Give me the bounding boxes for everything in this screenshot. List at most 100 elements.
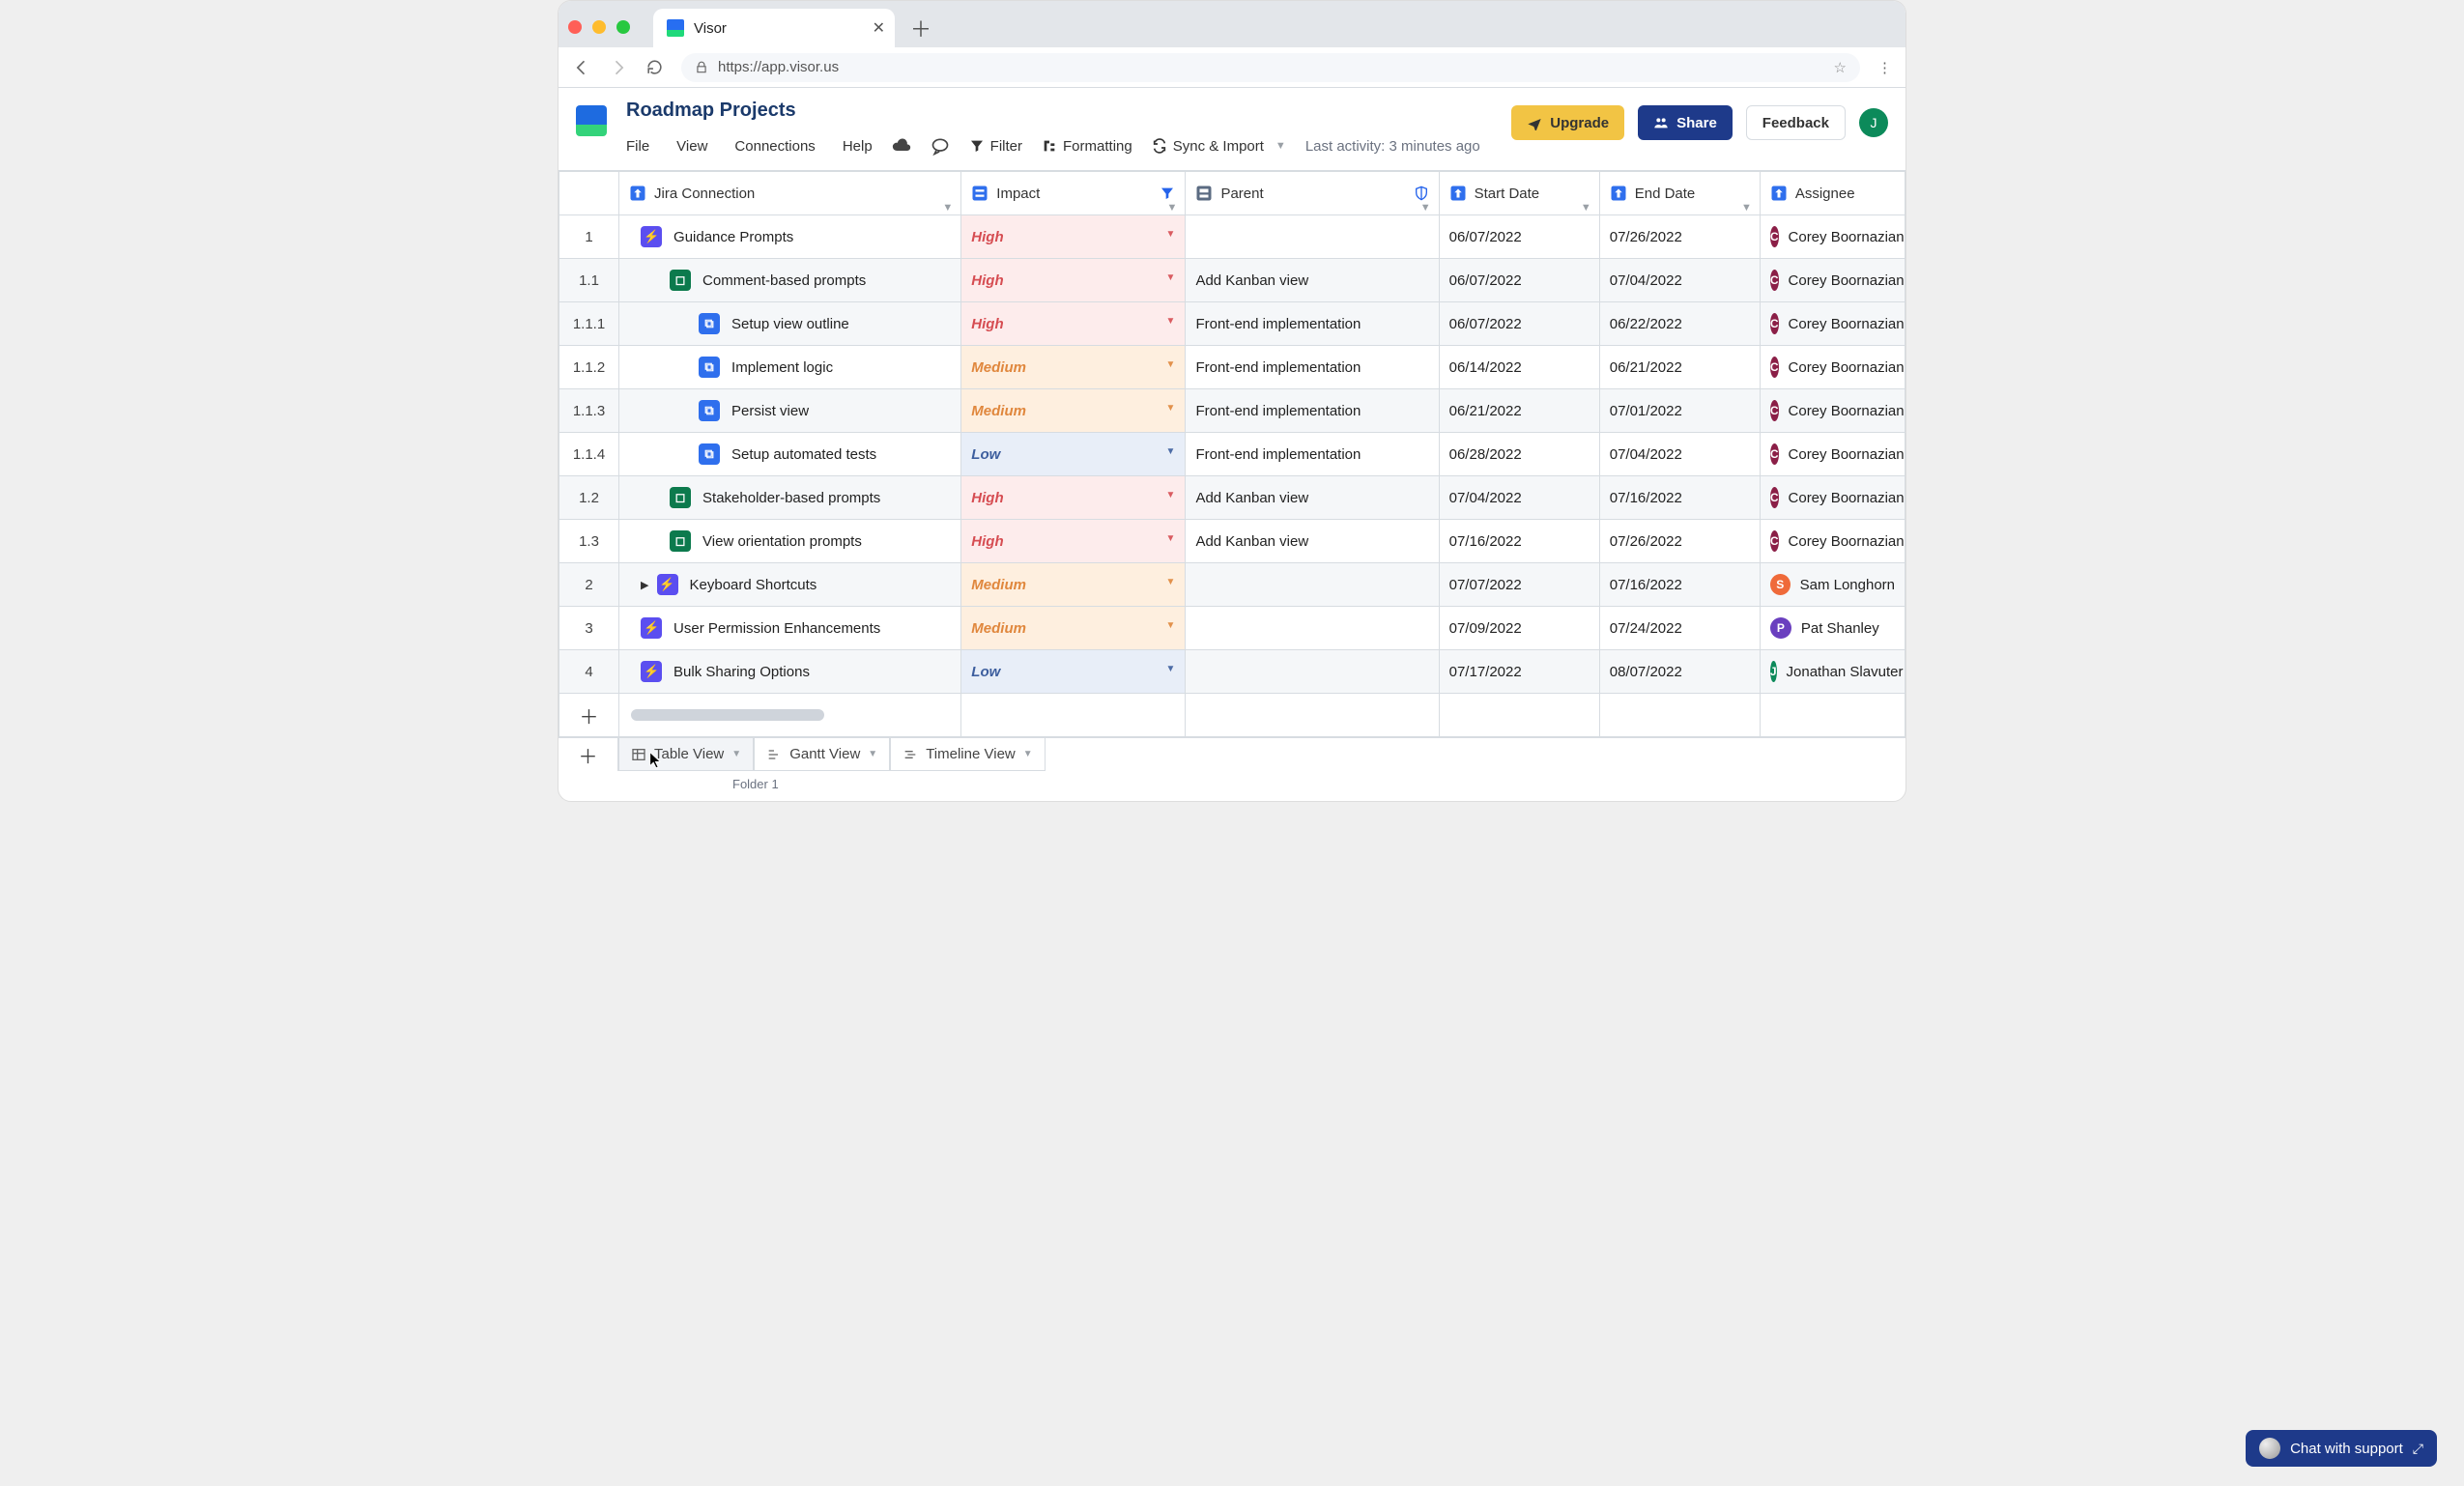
cell-jira[interactable]: ⧉Setup automated tests [619, 433, 961, 476]
chevron-down-icon[interactable]: ▼ [1741, 202, 1752, 214]
menu-help[interactable]: Help [843, 138, 873, 155]
cell-parent[interactable]: Front-end implementation [1186, 346, 1439, 389]
table-row[interactable]: 2▶⚡Keyboard ShortcutsMedium07/07/202207/… [559, 563, 1905, 607]
cell-end-date[interactable]: 07/04/2022 [1599, 259, 1760, 302]
cell-end-date[interactable]: 07/04/2022 [1599, 433, 1760, 476]
filter-tool[interactable]: Filter [969, 138, 1022, 155]
cell-start-date[interactable]: 07/07/2022 [1439, 563, 1599, 607]
cell-end-date[interactable]: 07/26/2022 [1599, 520, 1760, 563]
chevron-down-icon[interactable]: ▼ [942, 202, 953, 214]
table-row[interactable]: 3⚡User Permission EnhancementsMedium07/0… [559, 607, 1905, 650]
cell-parent[interactable]: Add Kanban view [1186, 476, 1439, 520]
share-button[interactable]: Share [1638, 105, 1733, 140]
table-row[interactable]: 1.1.1⧉Setup view outlineHighFront-end im… [559, 302, 1905, 346]
cell-jira[interactable]: ▶⚡Keyboard Shortcuts [619, 563, 961, 607]
cell-end-date[interactable]: 06/22/2022 [1599, 302, 1760, 346]
cell-parent[interactable] [1186, 563, 1439, 607]
cell-start-date[interactable]: 07/16/2022 [1439, 520, 1599, 563]
cell-parent[interactable]: Add Kanban view [1186, 259, 1439, 302]
cell-impact[interactable]: High [961, 476, 1186, 520]
expand-icon[interactable]: ⤢ [2413, 1441, 2423, 1457]
cell-assignee[interactable]: PPat Shanley [1760, 607, 1905, 650]
cell-start-date[interactable]: 06/14/2022 [1439, 346, 1599, 389]
cell-end-date[interactable]: 07/16/2022 [1599, 563, 1760, 607]
cell-end-date[interactable]: 08/07/2022 [1599, 650, 1760, 694]
cell-impact[interactable]: High [961, 259, 1186, 302]
cell-end-date[interactable]: 06/21/2022 [1599, 346, 1760, 389]
cell-start-date[interactable]: 06/07/2022 [1439, 302, 1599, 346]
cell-parent[interactable] [1186, 215, 1439, 259]
cell-impact[interactable]: Low [961, 433, 1186, 476]
cell-assignee[interactable]: CCorey Boornazian [1760, 215, 1905, 259]
chevron-down-icon[interactable]: ▼ [1167, 202, 1178, 214]
cell-start-date[interactable]: 07/04/2022 [1439, 476, 1599, 520]
new-tab-button[interactable]: ＋ [906, 14, 935, 43]
menu-connections[interactable]: Connections [734, 138, 815, 155]
cell-jira[interactable]: ⚡Guidance Prompts [619, 215, 961, 259]
cell-impact[interactable]: Medium [961, 563, 1186, 607]
table-row[interactable]: 1⚡Guidance PromptsHigh06/07/202207/26/20… [559, 215, 1905, 259]
cell-start-date[interactable]: 06/28/2022 [1439, 433, 1599, 476]
chevron-down-icon[interactable]: ▼ [1023, 749, 1033, 759]
minimize-window-icon[interactable] [592, 20, 606, 34]
url-input[interactable]: https://app.visor.us ☆ [681, 53, 1860, 82]
col-jira[interactable]: Jira Connection ▼ [619, 172, 961, 215]
table-row[interactable]: 1.3◻View orientation promptsHighAdd Kanb… [559, 520, 1905, 563]
cell-parent[interactable]: Front-end implementation [1186, 389, 1439, 433]
cell-start-date[interactable]: 06/07/2022 [1439, 215, 1599, 259]
folder-label[interactable]: Folder 1 [732, 777, 779, 791]
cell-jira[interactable]: ⧉Implement logic [619, 346, 961, 389]
col-end[interactable]: End Date▼ [1599, 172, 1760, 215]
cell-impact[interactable]: Medium [961, 346, 1186, 389]
cell-end-date[interactable]: 07/01/2022 [1599, 389, 1760, 433]
chat-support-button[interactable]: Chat with support ⤢ [2246, 1430, 2437, 1467]
table-row[interactable]: 1.1.2⧉Implement logicMediumFront-end imp… [559, 346, 1905, 389]
reload-icon[interactable] [645, 58, 664, 76]
col-assignee[interactable]: Assignee [1760, 172, 1905, 215]
cell-end-date[interactable]: 07/26/2022 [1599, 215, 1760, 259]
expand-caret-icon[interactable]: ▶ [641, 579, 648, 591]
cell-jira[interactable]: ◻Comment-based prompts [619, 259, 961, 302]
cell-assignee[interactable]: JJonathan Slavuter [1760, 650, 1905, 694]
sync-tool[interactable]: Sync & Import ▼ [1152, 138, 1286, 155]
kebab-menu-icon[interactable]: ⋮ [1877, 59, 1892, 76]
page-title[interactable]: Roadmap Projects [626, 100, 1492, 122]
table-row[interactable]: 1.1.3⧉Persist viewMediumFront-end implem… [559, 389, 1905, 433]
cell-assignee[interactable]: CCorey Boornazian [1760, 346, 1905, 389]
chevron-down-icon[interactable]: ▼ [868, 749, 877, 759]
cell-impact[interactable]: High [961, 215, 1186, 259]
table-row[interactable]: 1.2◻Stakeholder-based promptsHighAdd Kan… [559, 476, 1905, 520]
cell-jira[interactable]: ⚡User Permission Enhancements [619, 607, 961, 650]
cell-jira[interactable]: ◻View orientation prompts [619, 520, 961, 563]
cell-parent[interactable] [1186, 650, 1439, 694]
menu-file[interactable]: File [626, 138, 649, 155]
cell-start-date[interactable]: 06/21/2022 [1439, 389, 1599, 433]
formatting-tool[interactable]: Formatting [1042, 138, 1132, 155]
menu-view[interactable]: View [676, 138, 707, 155]
user-avatar[interactable]: J [1859, 108, 1888, 137]
col-start[interactable]: Start Date▼ [1439, 172, 1599, 215]
comments-icon[interactable] [931, 136, 950, 156]
cell-assignee[interactable]: CCorey Boornazian [1760, 259, 1905, 302]
col-parent[interactable]: Parent ▼ [1186, 172, 1439, 215]
view-tab-gantt[interactable]: Gantt View▼ [754, 738, 890, 771]
chevron-down-icon[interactable]: ▼ [1420, 202, 1431, 214]
col-impact[interactable]: Impact ▼ [961, 172, 1186, 215]
close-tab-icon[interactable]: ✕ [873, 18, 885, 38]
cell-impact[interactable]: High [961, 520, 1186, 563]
table-row[interactable]: 1.1.4⧉Setup automated testsLowFront-end … [559, 433, 1905, 476]
view-tab-timeline[interactable]: Timeline View▼ [890, 738, 1045, 771]
chevron-down-icon[interactable]: ▼ [731, 749, 741, 759]
chevron-down-icon[interactable]: ▼ [1581, 202, 1591, 214]
cell-assignee[interactable]: CCorey Boornazian [1760, 520, 1905, 563]
cell-assignee[interactable]: CCorey Boornazian [1760, 476, 1905, 520]
cell-end-date[interactable]: 07/24/2022 [1599, 607, 1760, 650]
cell-start-date[interactable]: 07/09/2022 [1439, 607, 1599, 650]
cell-assignee[interactable]: CCorey Boornazian [1760, 389, 1905, 433]
add-row[interactable]: ＋ [559, 694, 1905, 737]
cell-parent[interactable]: Front-end implementation [1186, 302, 1439, 346]
close-window-icon[interactable] [568, 20, 582, 34]
cell-assignee[interactable]: SSam Longhorn [1760, 563, 1905, 607]
cell-parent[interactable]: Front-end implementation [1186, 433, 1439, 476]
browser-tab[interactable]: Visor ✕ [653, 9, 895, 47]
